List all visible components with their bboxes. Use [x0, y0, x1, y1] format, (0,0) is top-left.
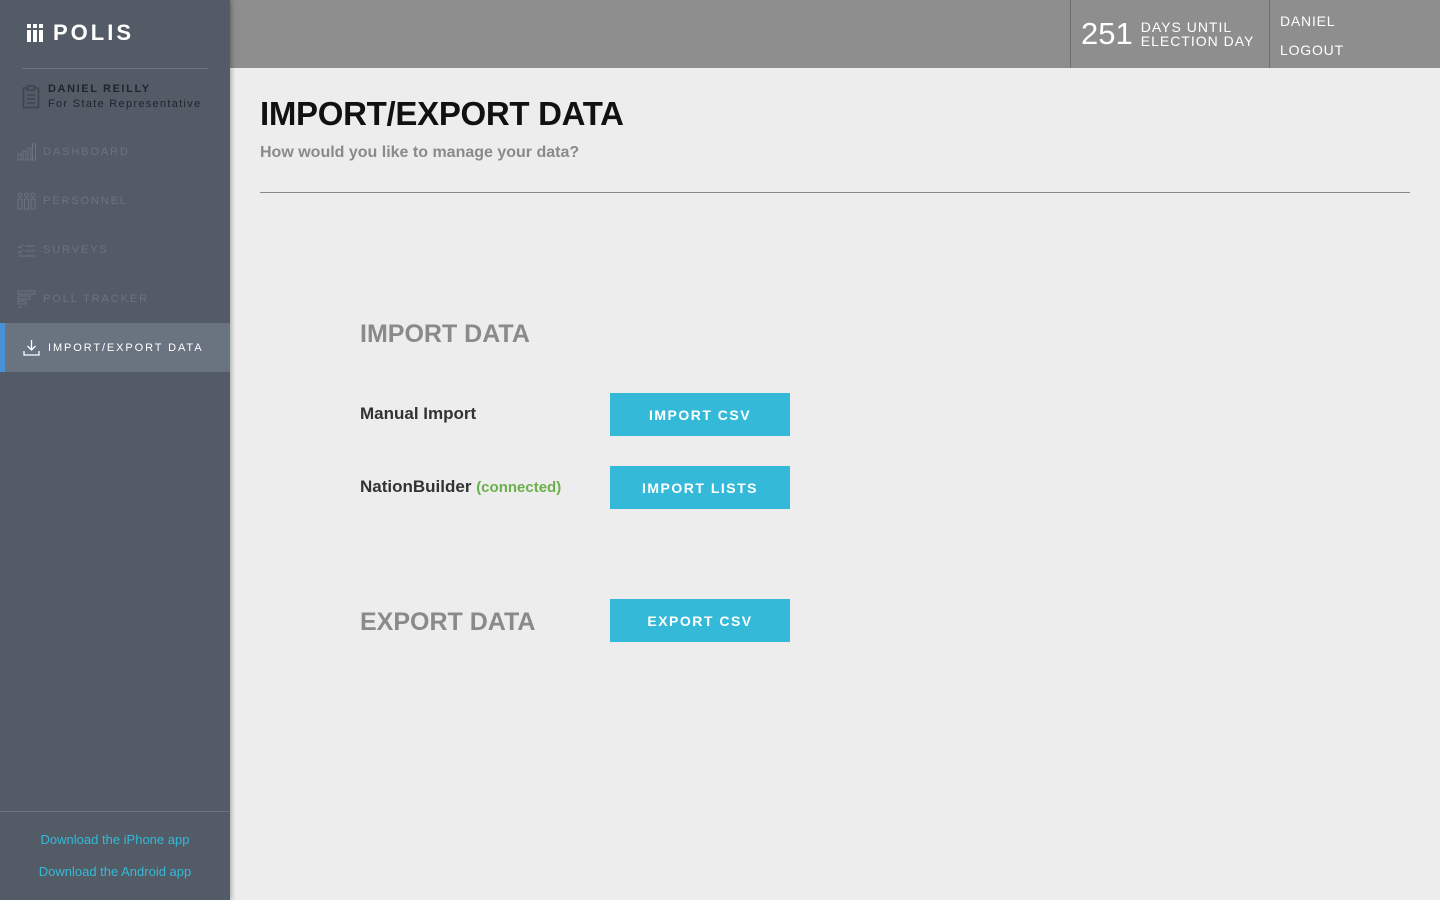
sidebar-item-label: PERSONNEL [43, 194, 128, 207]
sidebar-item-poll-tracker[interactable]: POLL TRACKER [0, 274, 230, 323]
sidebar-item-label: DASHBOARD [43, 145, 130, 158]
bar-chart-icon [17, 143, 36, 161]
candidate-name: DANIEL REILLY [48, 83, 151, 95]
sidebar-item-personnel[interactable]: PERSONNEL [0, 176, 230, 225]
clipboard-icon [22, 85, 40, 109]
iphone-app-link[interactable]: Download the iPhone app [0, 832, 230, 847]
sidebar-item-import-export[interactable]: IMPORT/EXPORT DATA [0, 323, 230, 372]
sidebar-item-label: POLL TRACKER [43, 292, 149, 305]
sidebar-footer-divider [0, 811, 230, 812]
nationbuilder-label: NationBuilder [360, 477, 472, 496]
sidebar-item-label: SURVEYS [43, 243, 109, 256]
brand-name: POLIS [53, 20, 135, 45]
connection-status: (connected) [476, 479, 562, 496]
sidebar-item-label: IMPORT/EXPORT DATA [48, 341, 204, 354]
sidebar-item-dashboard[interactable]: DASHBOARD [0, 127, 230, 176]
poll-icon [17, 290, 36, 308]
nationbuilder-row: NationBuilder (connected) [360, 477, 561, 497]
logout-link[interactable]: LOGOUT [1280, 42, 1344, 58]
sidebar: POLIS DANIEL REILLY For State Representa… [0, 0, 230, 900]
page-subtitle: How would you like to manage your data? [260, 144, 580, 161]
sidebar-divider [22, 68, 208, 69]
days-count: 251 [1081, 16, 1133, 51]
download-icon [22, 339, 41, 357]
page-title: IMPORT/EXPORT DATA [260, 95, 624, 132]
sidebar-item-surveys[interactable]: SURVEYS [0, 225, 230, 274]
candidate-info: DANIEL REILLY For State Representative [22, 82, 201, 112]
days-label-line2: ELECTION DAY [1140, 33, 1255, 49]
header-divider [260, 192, 1410, 193]
election-countdown: 251 DAYS UNTIL ELECTION DAY [1070, 0, 1270, 68]
polis-logo-icon [27, 24, 43, 42]
export-csv-button[interactable]: EXPORT CSV [610, 599, 790, 642]
android-app-link[interactable]: Download the Android app [0, 864, 230, 879]
export-section-title: EXPORT DATA [360, 608, 536, 636]
import-csv-button[interactable]: IMPORT CSV [610, 393, 790, 436]
checklist-icon [17, 241, 36, 259]
user-name-link[interactable]: DANIEL [1280, 13, 1335, 29]
days-label-line1: DAYS UNTIL [1140, 19, 1233, 35]
people-icon [17, 192, 36, 210]
manual-import-label: Manual Import [360, 404, 477, 423]
import-section-title: IMPORT DATA [360, 320, 530, 348]
brand-logo[interactable]: POLIS [27, 20, 134, 46]
candidate-role: For State Representative [48, 98, 202, 110]
import-lists-button[interactable]: IMPORT LISTS [610, 466, 790, 509]
